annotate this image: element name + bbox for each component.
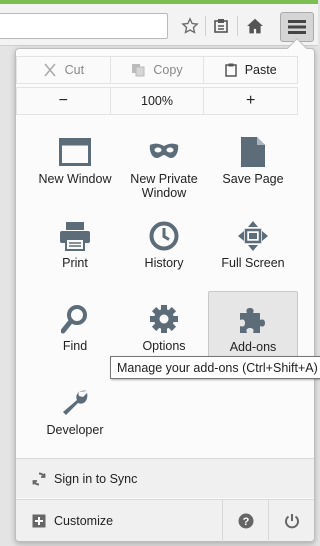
svg-text:?: ?: [242, 516, 249, 528]
find-label: Find: [62, 339, 88, 353]
full-screen-button[interactable]: Full Screen: [208, 208, 298, 290]
new-private-window-label: New Private Window: [130, 172, 198, 200]
copy-label: Copy: [153, 63, 183, 77]
print-label: Print: [62, 256, 88, 270]
zoom-in-button[interactable]: +: [203, 88, 297, 114]
paste-label: Paste: [244, 63, 277, 77]
question-mark-icon: ?: [238, 513, 253, 529]
zoom-reset-button[interactable]: 100%: [109, 88, 204, 114]
plus-icon: [32, 514, 46, 528]
new-private-window-button[interactable]: New Private Window: [119, 124, 209, 206]
menu-footer: Customize ?: [16, 499, 314, 542]
history-button[interactable]: History: [119, 208, 209, 290]
new-window-button[interactable]: New Window: [30, 124, 120, 206]
add-ons-tooltip: Manage your add-ons (Ctrl+Shift+A): [110, 356, 320, 379]
hamburger-icon: [288, 20, 306, 34]
fullscreen-icon: [238, 221, 268, 251]
options-label: Options: [142, 339, 186, 353]
save-page-button[interactable]: Save Page: [208, 124, 298, 206]
bookmark-star-button[interactable]: [178, 14, 202, 38]
printer-icon: [60, 222, 90, 251]
clipboard-icon: [224, 63, 237, 77]
zoom-controls: − 100% +: [16, 87, 298, 115]
new-window-label: New Window: [38, 172, 112, 186]
zoom-in-label: +: [246, 92, 256, 109]
help-button[interactable]: ?: [222, 500, 268, 542]
zoom-out-label: −: [58, 92, 68, 109]
bookmarks-list-icon: [214, 19, 228, 33]
add-ons-label: Add-ons: [229, 340, 277, 354]
home-button[interactable]: [243, 14, 267, 38]
sync-button[interactable]: Sign in to Sync: [16, 458, 314, 498]
cut-label: Cut: [64, 63, 85, 77]
developer-label: Developer: [46, 423, 104, 437]
power-icon: [284, 514, 299, 529]
mask-icon: [149, 143, 179, 158]
page-icon: [241, 137, 265, 167]
home-icon: [247, 18, 263, 34]
cut-button[interactable]: Cut: [17, 57, 110, 83]
sync-icon: [32, 471, 46, 486]
full-screen-label: Full Screen: [221, 256, 285, 270]
paste-button[interactable]: Paste: [203, 57, 297, 83]
zoom-out-button[interactable]: −: [17, 88, 110, 114]
magnifier-icon: [61, 305, 87, 334]
bookmarks-menu-button[interactable]: [209, 14, 233, 38]
print-button[interactable]: Print: [30, 208, 120, 290]
history-label: History: [144, 256, 184, 270]
window-icon: [59, 138, 91, 166]
url-bar[interactable]: [0, 13, 168, 39]
copy-button[interactable]: Copy: [109, 57, 204, 83]
clock-icon: [149, 221, 179, 251]
save-page-label: Save Page: [222, 172, 284, 186]
copy-icon: [132, 64, 145, 77]
wrench-icon: [63, 390, 88, 415]
customize-button[interactable]: Customize: [16, 500, 113, 541]
star-icon: [181, 17, 199, 34]
quit-button[interactable]: [268, 500, 314, 542]
customize-label: Customize: [54, 513, 114, 528]
sync-label: Sign in to Sync: [54, 471, 138, 486]
toolbar-separator: [237, 16, 238, 36]
toolbar-separator: [205, 16, 206, 36]
developer-button[interactable]: Developer: [30, 375, 120, 457]
find-button[interactable]: Find: [30, 291, 120, 373]
zoom-level: 100%: [141, 94, 173, 108]
puzzle-icon: [240, 308, 265, 333]
gear-icon: [150, 305, 178, 333]
browser-toolbar: [0, 4, 318, 46]
scissors-icon: [44, 63, 56, 77]
edit-controls: Cut Copy Paste: [16, 56, 298, 84]
